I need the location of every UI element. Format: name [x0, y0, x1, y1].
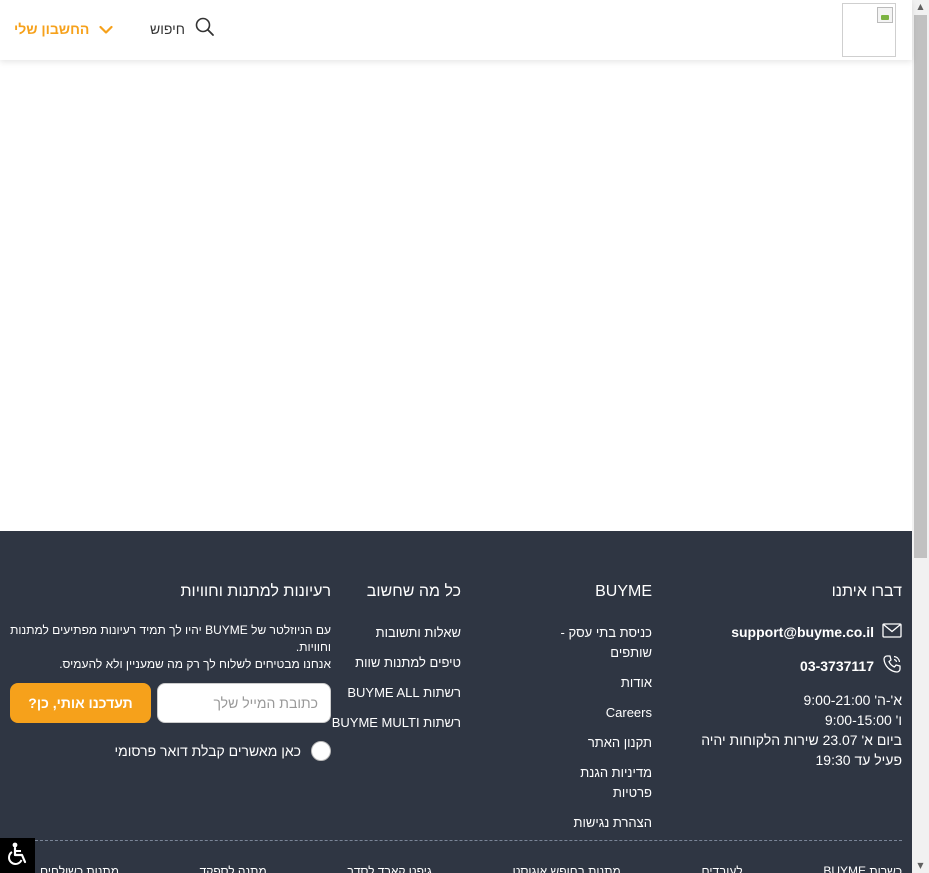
footer-link[interactable]: הצהרת נגישות: [542, 813, 653, 833]
contact-title: דברו איתנו: [831, 583, 902, 600]
buyme-title: BUYME: [595, 583, 652, 600]
footer-link[interactable]: רשתות BUYME MULTI: [321, 713, 461, 733]
search-icon: [195, 17, 215, 41]
bottom-link[interactable]: מתנות בחופש אוגוסט: [513, 864, 621, 873]
site-header: חיפוש החשבון שלי: [0, 0, 912, 60]
footer-link[interactable]: תקנון האתר: [542, 733, 652, 753]
contact-email[interactable]: support@buyme.co.il: [731, 624, 874, 640]
contact-email-row[interactable]: support@buyme.co.il: [677, 623, 902, 641]
footer-link[interactable]: רשתות BUYME ALL: [321, 683, 461, 703]
bottom-link[interactable]: גיפט קארד לסדר: [347, 864, 432, 873]
service-hours: א'-ה' 9:00-21:00 ו' 9:00-15:00 ביום א' 2…: [677, 690, 902, 770]
page-scrollbar[interactable]: ▲ ▼: [912, 0, 929, 873]
footer-divider: [10, 840, 902, 841]
footer-contact-column: דברו איתנו support@buyme.co.il 03-373711…: [677, 583, 902, 770]
consent-radio[interactable]: [311, 741, 331, 761]
newsletter-text-line: עם הניוזלטר של BUYME יהיו לך תמיד רעיונו…: [10, 623, 331, 654]
footer-buyme-column: BUYME כניסת בתי עסק - שותפים אודות Caree…: [542, 583, 652, 843]
my-account-menu[interactable]: החשבון שלי: [14, 17, 113, 41]
scrollbar-thumb[interactable]: [914, 15, 927, 558]
bottom-link[interactable]: מתנות כשולחים: [40, 864, 119, 873]
footer-bottom-links: כשרות BUYME לעובדים מתנות בחופש אוגוסט ג…: [40, 864, 902, 873]
bottom-link[interactable]: לעובדים: [701, 864, 742, 873]
contact-phone[interactable]: 03-3737117: [800, 658, 874, 674]
footer-link[interactable]: מדיניות הגנת פרטיות: [542, 763, 652, 803]
footer-link[interactable]: טיפים למתנות שוות: [321, 653, 461, 673]
chevron-down-icon: [99, 20, 113, 39]
important-title: כל מה שחשוב: [366, 583, 461, 600]
scroll-up-arrow-icon[interactable]: ▲: [912, 0, 929, 14]
hours-notice: ביום א' 23.07 שירות הלקוחות יהיה פעיל עד…: [701, 732, 902, 768]
newsletter-email-input[interactable]: [157, 683, 331, 723]
footer-link[interactable]: אודות: [542, 673, 652, 693]
footer-link[interactable]: Careers: [542, 703, 652, 723]
newsletter-description: עם הניוזלטר של BUYME יהיו לך תמיד רעיונו…: [9, 622, 331, 673]
subscribe-button[interactable]: תעדכנו אותי, כן?: [10, 683, 151, 723]
accessibility-button[interactable]: [0, 838, 35, 873]
footer-link[interactable]: שאלות ותשובות: [321, 623, 461, 643]
my-account-label: החשבון שלי: [14, 21, 90, 37]
site-footer: דברו איתנו support@buyme.co.il 03-373711…: [0, 531, 912, 873]
broken-image-icon: [877, 7, 893, 23]
hours-weekdays: א'-ה' 9:00-21:00: [803, 692, 902, 708]
phone-icon: [882, 654, 902, 677]
contact-phone-row[interactable]: 03-3737117: [677, 654, 902, 677]
wheelchair-icon: [5, 841, 31, 871]
envelope-icon: [882, 623, 902, 641]
footer-important-column: כל מה שחשוב שאלות ותשובות טיפים למתנות ש…: [321, 583, 461, 743]
site-logo[interactable]: [842, 3, 896, 57]
footer-newsletter-column: רעיונות למתנות וחוויות עם הניוזלטר של BU…: [9, 583, 331, 761]
newsletter-text-line: אנחנו מבטיחים לשלוח לך רק מה שמעניין ולא…: [59, 657, 331, 671]
hours-friday: ו' 9:00-15:00: [824, 712, 902, 728]
marketing-consent[interactable]: כאן מאשרים קבלת דואר פרסומי: [9, 741, 331, 761]
newsletter-form: תעדכנו אותי, כן?: [9, 683, 331, 723]
newsletter-title: רעיונות למתנות וחוויות: [180, 583, 331, 600]
buyme-links: כניסת בתי עסק - שותפים אודות Careers תקנ…: [542, 623, 652, 833]
bottom-link[interactable]: מתנה לספקד: [200, 864, 267, 873]
bottom-link[interactable]: כשרות BUYME: [823, 864, 902, 873]
search-button[interactable]: חיפוש: [150, 17, 215, 41]
important-links: שאלות ותשובות טיפים למתנות שוות רשתות BU…: [321, 623, 461, 733]
search-label: חיפוש: [150, 21, 185, 37]
scroll-down-arrow-icon[interactable]: ▼: [912, 859, 929, 873]
consent-label: כאן מאשרים קבלת דואר פרסומי: [114, 743, 301, 759]
footer-link[interactable]: כניסת בתי עסק - שותפים: [542, 623, 652, 663]
